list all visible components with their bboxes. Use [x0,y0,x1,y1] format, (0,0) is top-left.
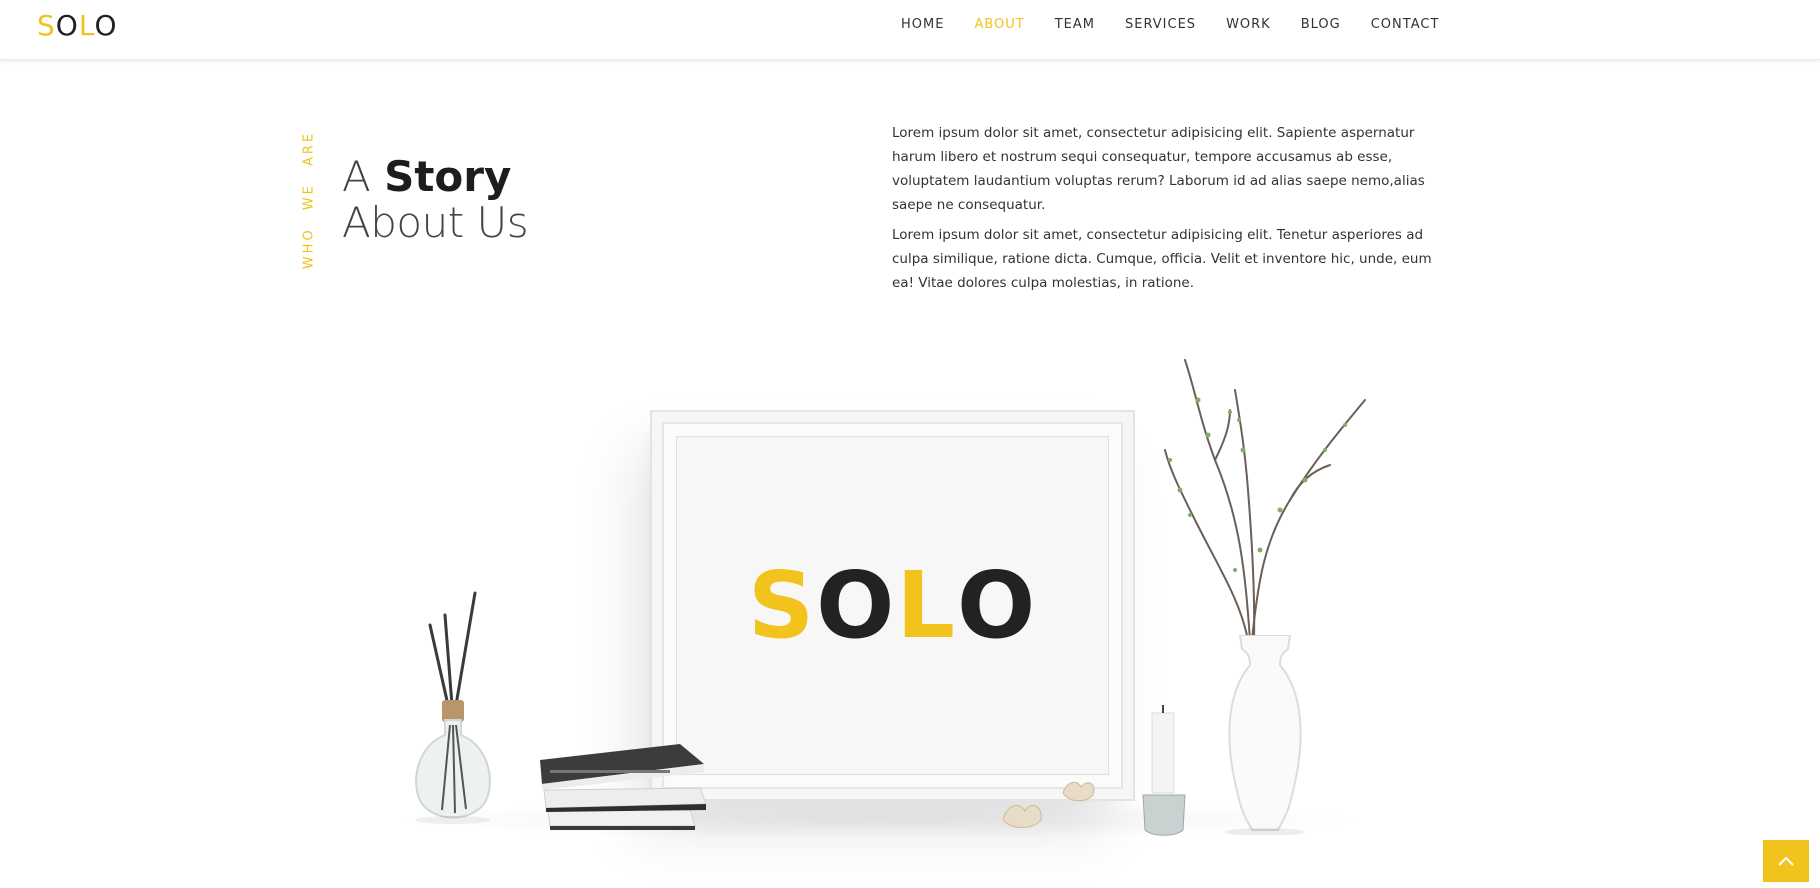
nav-item-about: ABOUT [959,0,1039,50]
logo-letter-o: O [55,9,79,42]
frame-logo-letter-s: S [747,552,817,659]
nav-item-services: SERVICES [1110,0,1211,50]
frame-logo: SOLO [677,437,1108,774]
nav-item-contact: CONTACT [1356,0,1455,50]
logo-letter-o2: O [94,9,118,42]
hero-illustration: SOLO [380,359,1380,860]
logo-letter-s: S [37,9,56,42]
title-prefix: A [342,152,371,201]
main-menu: HOME ABOUT TEAM SERVICES WORK BLOG CONTA… [886,0,1454,50]
nav-link-home[interactable]: HOME [886,0,959,50]
title-line-2: About Us [342,198,529,247]
nav-link-contact[interactable]: CONTACT [1356,0,1455,50]
nav-item-team: TEAM [1040,0,1110,50]
nav-link-services[interactable]: SERVICES [1110,0,1211,50]
frame-mat: SOLO [676,436,1109,775]
nav-link-team[interactable]: TEAM [1040,0,1110,50]
about-paragraph-2: Lorem ipsum dolor sit amet, consectetur … [892,227,1432,291]
nav-item-blog: BLOG [1286,0,1356,50]
flowers-illustration [1002,781,1095,828]
picture-frame: SOLO [662,422,1123,789]
section-title: A Story About Us [342,154,529,247]
page: SOLO HOME ABOUT TEAM SERVICES WORK BLOG … [0,0,1820,888]
branches-illustration [1164,359,1366,640]
nav-item-work: WORK [1211,0,1286,50]
logo[interactable]: SOLO [37,9,117,43]
vase-illustration [1225,635,1305,835]
title-bold: Story [384,152,512,201]
frame-logo-letter-o2: O [956,552,1038,659]
nav-link-work[interactable]: WORK [1211,0,1286,50]
scroll-top-button[interactable] [1763,840,1809,882]
chevron-up-icon [1778,856,1794,866]
frame-logo-letter-l: L [896,552,957,659]
nav-link-blog[interactable]: BLOG [1286,0,1356,50]
about-paragraph-1: Lorem ipsum dolor sit amet, consectetur … [892,125,1425,213]
books-illustration [540,744,707,830]
nav-link-about[interactable]: ABOUT [959,0,1039,50]
navbar: SOLO HOME ABOUT TEAM SERVICES WORK BLOG … [0,0,1820,60]
title-line-1: A Story [342,154,528,200]
nav-item-home: HOME [886,0,959,50]
logo-letter-l: L [78,9,95,42]
candle-illustration [1142,705,1186,836]
section-kicker: WHO WE ARE [299,131,319,269]
section-kicker-text: WHO WE ARE [301,130,317,270]
frame-logo-letter-o: O [816,552,897,659]
reed-diffuser-illustration [415,591,491,824]
